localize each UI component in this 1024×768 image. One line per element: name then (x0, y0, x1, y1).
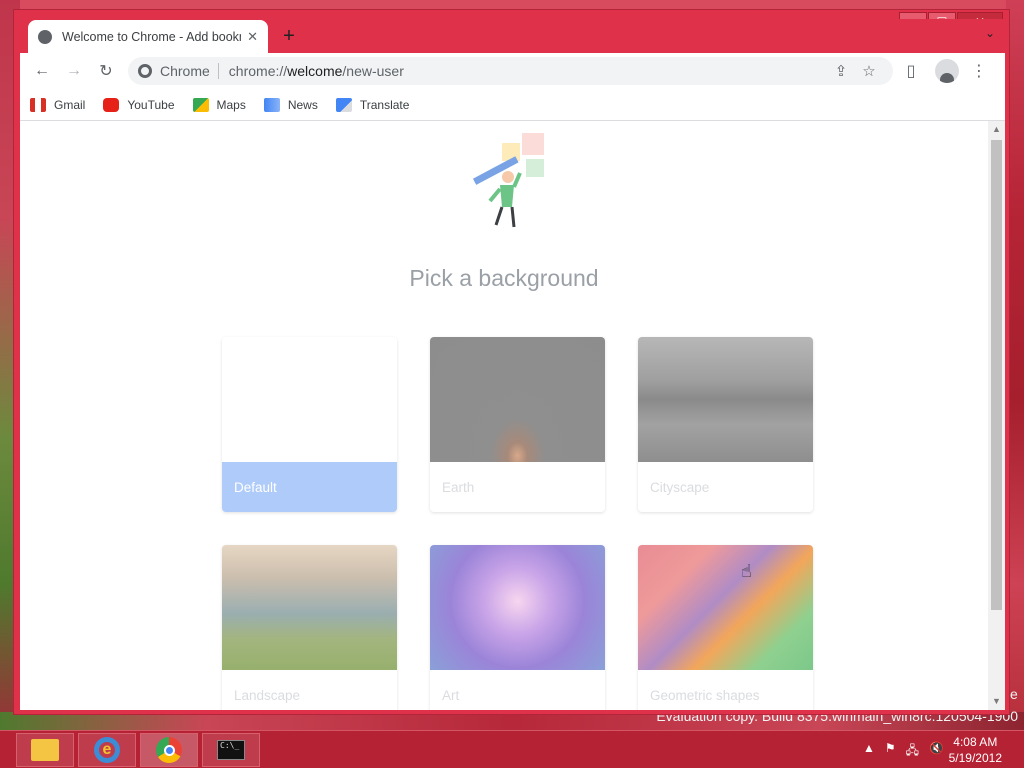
taskbar-clock[interactable]: 4:08 AM 5/19/2012 (949, 734, 1002, 766)
new-tab-button[interactable]: + (277, 24, 301, 48)
tab-close-icon[interactable]: ✕ (247, 29, 258, 45)
taskbar-file-explorer[interactable] (16, 733, 74, 767)
tab-search-button[interactable]: ⌄ (985, 26, 995, 40)
menu-button[interactable]: ⋮ (965, 57, 993, 85)
page-heading: Pick a background (409, 265, 599, 291)
background-label: Landscape (234, 687, 301, 703)
taskbar-command-prompt[interactable]: C:\_ (202, 733, 260, 767)
folder-icon (31, 739, 59, 761)
desktop-watermark-fragment: e (1010, 686, 1018, 702)
tab-strip: Welcome to Chrome - Add bookmarks ✕ + ⌄ (20, 19, 1005, 53)
omnibox-actions: ⇪ ☆ (827, 62, 883, 80)
background-card-earth[interactable]: Earth (430, 337, 605, 512)
background-label: Geometric shapes (650, 687, 760, 703)
scroll-down-arrow-icon[interactable]: ▼ (988, 693, 1005, 710)
chrome-window: ▁ ☐ ✕ Welcome to Chrome - Add bookmarks … (13, 9, 1010, 715)
url-path: /new-user (342, 63, 404, 79)
forward-button[interactable]: → (60, 57, 88, 85)
welcome-illustration (472, 133, 544, 228)
internet-explorer-icon: e (94, 737, 120, 763)
page-scrollbar[interactable]: ▲ ▼ (988, 121, 1005, 710)
hand-cursor-icon: ☝ (741, 561, 752, 581)
youtube-icon (103, 97, 120, 112)
url-text[interactable]: chrome://welcome/new-user (229, 63, 827, 79)
clock-date: 5/19/2012 (948, 751, 1002, 765)
background-card-geometric-shapes[interactable]: Geometric shapes (638, 545, 813, 710)
show-hidden-icons-icon[interactable]: ▲ (863, 741, 875, 762)
gmail-icon (30, 97, 46, 112)
background-label: Art (442, 687, 460, 703)
bookmark-gmail[interactable]: Gmail (30, 97, 86, 112)
chrome-icon (156, 737, 182, 763)
page-content: Pick a background Default Earth Cityscap… (20, 121, 1005, 710)
translate-icon (335, 97, 352, 112)
reload-button[interactable]: ↻ (92, 57, 120, 85)
url-host: welcome (287, 63, 343, 79)
bookmark-label: Gmail (54, 97, 86, 112)
scroll-up-arrow-icon[interactable]: ▲ (988, 121, 1005, 138)
address-bar[interactable]: Chrome chrome://welcome/new-user ⇪ ☆ (128, 57, 893, 85)
volume-muted-icon[interactable]: 🔇 (929, 741, 944, 762)
side-panel-button[interactable]: ▯ (897, 57, 925, 85)
bookmark-translate[interactable]: Translate (335, 97, 410, 112)
scroll-thumb[interactable] (991, 140, 1002, 610)
command-prompt-icon: C:\_ (217, 740, 245, 760)
background-label: Default (222, 462, 397, 512)
site-chip: Chrome (160, 63, 219, 79)
taskbar-chrome[interactable] (140, 733, 198, 767)
background-label: Cityscape (650, 479, 710, 495)
background-card-default[interactable]: Default (222, 337, 397, 512)
news-icon (263, 97, 280, 112)
bookmark-star-icon[interactable]: ☆ (855, 62, 883, 80)
bookmark-maps[interactable]: Maps (192, 97, 246, 112)
taskbar-internet-explorer[interactable]: e (78, 733, 136, 767)
chrome-site-icon (138, 64, 152, 78)
background-thumbnail (430, 337, 605, 462)
background-thumbnail (638, 545, 813, 670)
bookmark-label: News (287, 97, 318, 112)
background-thumbnail (638, 337, 813, 462)
background-label: Earth (442, 479, 475, 495)
background-thumbnail (222, 545, 397, 670)
bookmark-youtube[interactable]: YouTube (103, 97, 175, 112)
action-center-flag-icon[interactable]: ⚑ (885, 741, 896, 762)
share-icon[interactable]: ⇪ (827, 62, 855, 80)
profile-avatar[interactable] (935, 59, 959, 83)
clock-time: 4:08 AM (953, 735, 998, 749)
tab-title: Welcome to Chrome - Add bookmarks (62, 29, 241, 44)
globe-icon (38, 29, 52, 44)
bookmark-news[interactable]: News (263, 97, 318, 112)
background-card-art[interactable]: Art (430, 545, 605, 710)
back-button[interactable]: ← (28, 57, 56, 85)
background-thumbnail (222, 337, 397, 462)
bookmarks-bar: Gmail YouTube Maps News Translate (20, 89, 1005, 121)
system-tray: ▲ ⚑ 🖧 🔇 (853, 741, 944, 762)
url-scheme: chrome:// (228, 63, 288, 79)
bookmark-label: YouTube (127, 97, 175, 112)
person-icon (940, 73, 954, 83)
bookmark-label: Maps (216, 97, 246, 112)
tab-welcome[interactable]: Welcome to Chrome - Add bookmarks ✕ (28, 20, 268, 53)
background-thumbnail (430, 545, 605, 670)
background-card-cityscape[interactable]: Cityscape (638, 337, 813, 512)
background-card-landscape[interactable]: Landscape (222, 545, 397, 710)
network-icon[interactable]: 🖧 (906, 741, 919, 762)
maps-icon (192, 97, 209, 112)
bookmark-label: Translate (359, 97, 410, 112)
taskbar: e C:\_ ▲ ⚑ 🖧 🔇 4:08 AM 5/19/2012 (0, 730, 1024, 768)
browser-toolbar: ← → ↻ Chrome chrome://welcome/new-user ⇪… (20, 53, 1005, 89)
browser-frame: Welcome to Chrome - Add bookmarks ✕ + ⌄ … (20, 19, 1005, 710)
